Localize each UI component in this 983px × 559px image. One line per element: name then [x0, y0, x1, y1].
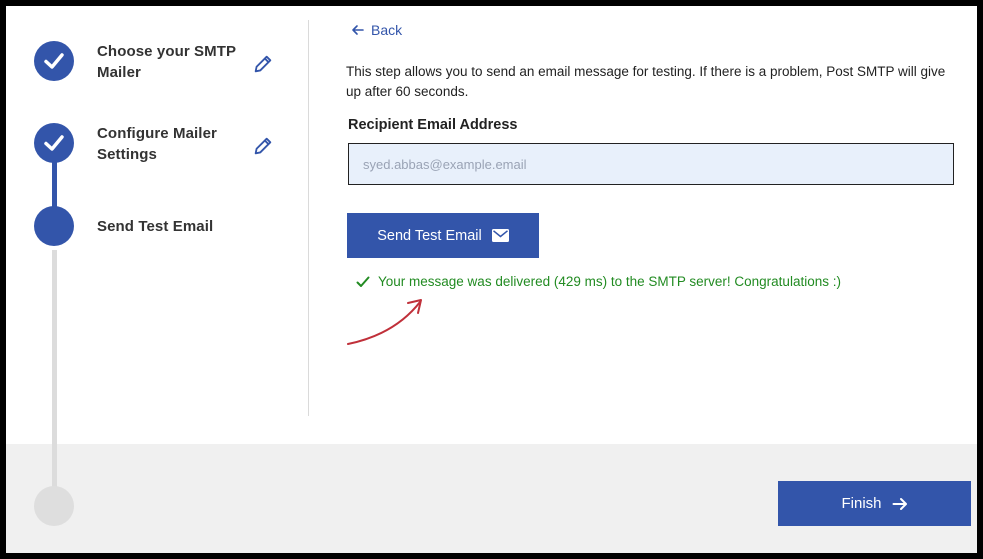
check-icon — [44, 53, 64, 69]
step-2-label-line1: Configure Mailer — [97, 125, 217, 142]
recipient-email-input[interactable] — [348, 143, 954, 185]
wizard-window: Choose your SMTP Mailer Configure Mailer… — [0, 0, 983, 559]
step-1-indicator — [34, 41, 74, 81]
recipient-label: Recipient Email Address — [348, 117, 518, 133]
finish-button[interactable]: Finish — [778, 481, 971, 526]
arrow-left-icon — [352, 25, 364, 35]
annotation-arrow — [347, 299, 422, 345]
intro-text: This step allows you to send an email me… — [346, 64, 946, 99]
checkmark-icon — [356, 276, 370, 287]
step-2-indicator — [34, 123, 74, 163]
stepper-line-upcoming — [52, 250, 57, 508]
pencil-icon[interactable] — [252, 53, 274, 75]
step-1-label: Choose your SMTP Mailer — [97, 41, 236, 83]
pencil-icon[interactable] — [252, 135, 274, 157]
step-2-label: Configure Mailer Settings — [97, 123, 217, 165]
sidebar-divider — [308, 20, 309, 416]
step-1-label-line1: Choose your SMTP — [97, 43, 237, 60]
send-test-email-button[interactable]: Send Test Email — [347, 213, 539, 258]
arrow-right-icon — [892, 497, 907, 510]
success-message: Your message was delivered (429 ms) to t… — [356, 274, 841, 289]
back-label: Back — [371, 22, 403, 38]
step-2-label-line2: Settings — [97, 146, 157, 163]
step-1-label-line2: Mailer — [97, 64, 141, 81]
success-text: Your message was delivered (429 ms) to t… — [378, 274, 841, 289]
back-link[interactable]: Back — [351, 22, 402, 38]
step-3-label: Send Test Email — [97, 216, 213, 237]
step-4-indicator — [34, 486, 74, 526]
send-button-label: Send Test Email — [377, 227, 482, 244]
step-3-label-line1: Send Test Email — [97, 218, 214, 235]
check-icon — [44, 135, 64, 151]
envelope-icon — [491, 229, 509, 242]
step-3-indicator — [34, 206, 74, 246]
finish-button-label: Finish — [841, 495, 882, 512]
